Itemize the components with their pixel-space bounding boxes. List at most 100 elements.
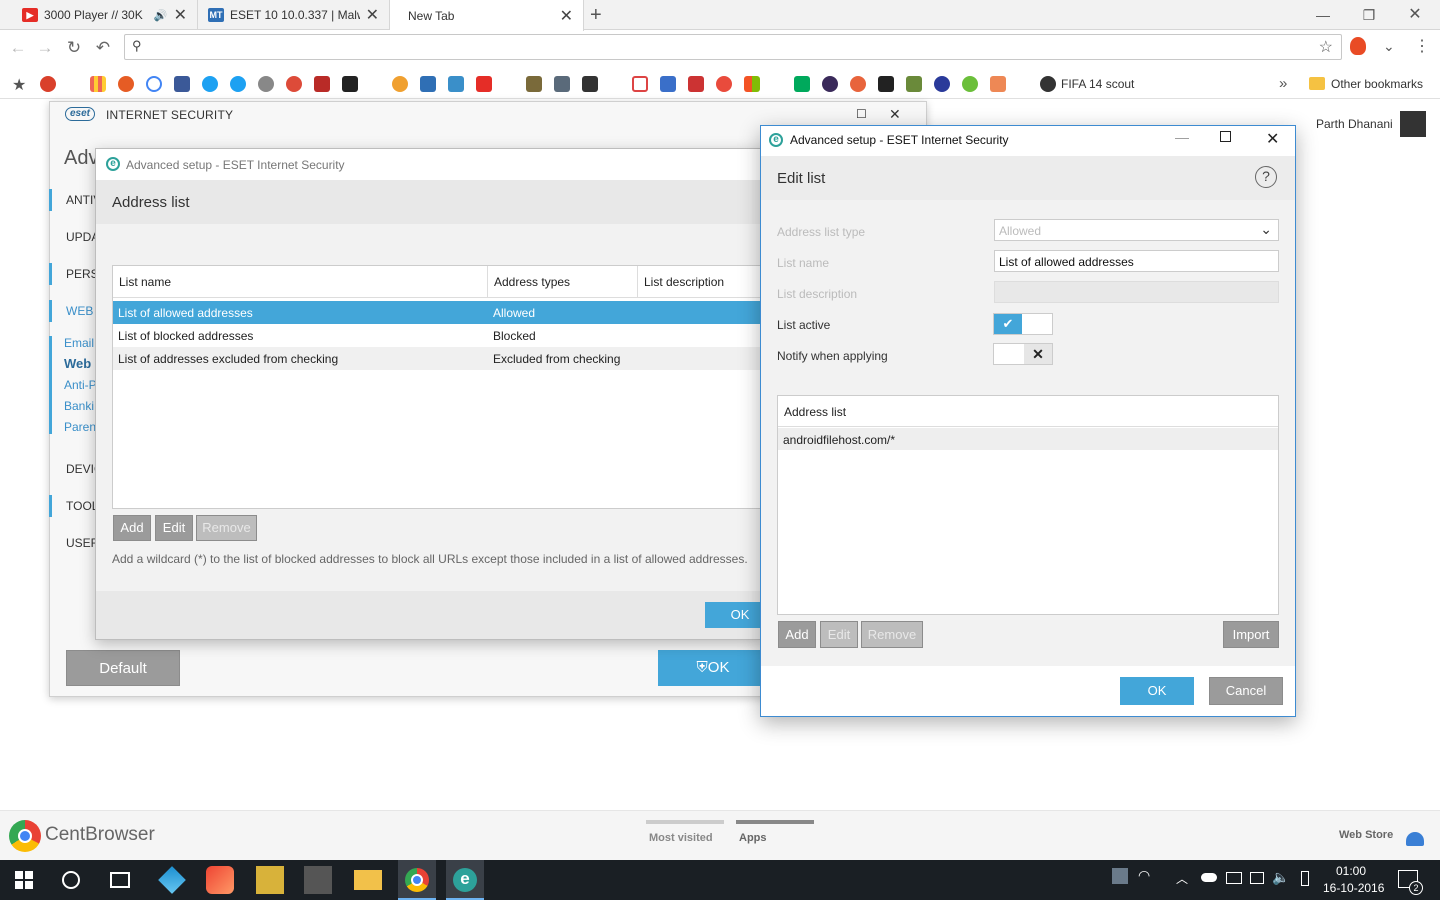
undo-close-icon[interactable]: ↶ <box>91 36 115 60</box>
add-button[interactable]: Add <box>113 515 151 541</box>
edit-button[interactable]: Edit <box>155 515 193 541</box>
ok-button[interactable]: OK <box>1120 677 1194 705</box>
twitter-icon[interactable] <box>202 76 218 92</box>
close-icon[interactable]: ✕ <box>366 5 379 25</box>
mail-icon[interactable] <box>660 76 676 92</box>
bookmark-icon[interactable] <box>850 76 866 92</box>
app-icon[interactable] <box>206 866 234 894</box>
table-row[interactable]: List of addresses excluded from checking… <box>113 347 764 370</box>
google-plus-icon[interactable] <box>286 76 302 92</box>
bookmark-icon[interactable] <box>40 76 56 92</box>
list-active-toggle[interactable]: ✔ <box>993 313 1053 335</box>
webstore-link[interactable]: Web Store <box>1339 829 1393 841</box>
bookmark-icon[interactable] <box>934 76 950 92</box>
sidebar-link-web[interactable]: Web <box>64 356 96 371</box>
table-row[interactable]: List of blocked addresses Blocked <box>113 324 764 347</box>
bookmark-icon[interactable] <box>448 76 464 92</box>
bookmark-fifa[interactable]: FIFA 14 scout <box>1061 77 1134 91</box>
maximize-button[interactable]: ☐ <box>856 107 867 121</box>
add-button[interactable]: Add <box>778 621 816 648</box>
tab-apps[interactable]: Apps <box>739 832 767 844</box>
tray-app-icon[interactable] <box>1112 868 1128 884</box>
bookmark-icon[interactable] <box>392 76 408 92</box>
bookmark-icon[interactable] <box>118 76 134 92</box>
network-icon[interactable] <box>1250 872 1264 884</box>
help-icon[interactable]: ? <box>1255 166 1277 188</box>
remove-button[interactable]: Remove <box>861 621 923 648</box>
bookmark-icon[interactable] <box>962 76 978 92</box>
play-store-icon[interactable] <box>794 76 810 92</box>
avatar[interactable] <box>1400 111 1426 137</box>
bookmark-icon[interactable] <box>554 76 570 92</box>
clock-date[interactable]: 16-10-2016 <box>1323 881 1384 895</box>
main-ok-button[interactable]: ⛨OK <box>658 650 768 686</box>
close-button[interactable]: ✕ <box>1266 129 1279 149</box>
eset-taskbar-button[interactable]: e <box>446 860 484 900</box>
gmail-icon[interactable] <box>632 76 648 92</box>
apps-grid-icon[interactable] <box>90 76 106 92</box>
bookmarks-overflow[interactable]: » <box>1279 75 1287 92</box>
bookmark-icon[interactable] <box>822 76 838 92</box>
sidebar-item-web-email[interactable]: WEB A <box>49 300 99 322</box>
app-icon[interactable] <box>256 866 284 894</box>
football-icon[interactable] <box>1040 76 1056 92</box>
bookmark-icon[interactable] <box>342 76 358 92</box>
sidebar-link-banking[interactable]: Banki <box>64 399 96 413</box>
import-button[interactable]: Import <box>1223 621 1279 648</box>
ok-button[interactable]: OK <box>705 602 764 628</box>
cortana-icon[interactable] <box>62 871 80 889</box>
youtube-icon[interactable] <box>476 76 492 92</box>
cancel-button[interactable]: Cancel <box>1209 677 1283 705</box>
shield-icon[interactable] <box>526 76 542 92</box>
star-icon[interactable]: ☆ <box>1319 37 1333 57</box>
google-icon[interactable] <box>146 76 162 92</box>
battery-icon[interactable] <box>1301 871 1309 886</box>
webstore-icon[interactable] <box>1406 832 1424 846</box>
microsoft-icon[interactable] <box>744 76 760 92</box>
volume-icon[interactable]: 🔈 <box>1272 869 1289 886</box>
display-icon[interactable] <box>1226 872 1242 884</box>
sidebar-item-devices[interactable]: DEVIC <box>49 458 99 480</box>
list-header-label[interactable]: Address list <box>784 405 846 419</box>
sidebar-item-user-interface[interactable]: USER <box>49 532 99 554</box>
remove-button[interactable]: Remove <box>196 515 257 541</box>
twitter-icon[interactable] <box>230 76 246 92</box>
other-bookmarks[interactable]: Other bookmarks <box>1331 77 1423 91</box>
sidebar-item-antivirus[interactable]: ANTIV <box>49 189 99 211</box>
description-input[interactable] <box>994 281 1279 303</box>
task-view-icon[interactable] <box>110 872 130 888</box>
sidebar-link-parental[interactable]: Paren <box>64 420 96 434</box>
tab-new-tab[interactable]: New Tab ✕ <box>390 0 584 31</box>
app-icon[interactable] <box>304 866 332 894</box>
browser-taskbar-button[interactable] <box>398 860 436 900</box>
onedrive-icon[interactable] <box>1201 873 1217 882</box>
mt-icon[interactable] <box>420 76 436 92</box>
quora-icon[interactable] <box>314 76 330 92</box>
bookmark-icon[interactable] <box>878 76 894 92</box>
audio-icon[interactable]: 🔊 <box>154 9 168 22</box>
sidebar-item-update[interactable]: UPDA <box>49 226 99 248</box>
name-input[interactable]: List of allowed addresses <box>994 250 1279 272</box>
close-button[interactable]: ✕ <box>889 106 901 123</box>
user-name[interactable]: Parth Dhanani <box>1316 117 1393 131</box>
tab-eset-article[interactable]: MT ESET 10 10.0.337 | Malw ✕ <box>198 0 390 30</box>
reddit-icon[interactable] <box>258 76 274 92</box>
chevron-down-icon[interactable]: ⌄ <box>1383 38 1395 55</box>
start-icon[interactable] <box>15 871 33 889</box>
close-icon[interactable]: ✕ <box>174 5 187 25</box>
back-icon[interactable]: ← <box>6 36 30 60</box>
star-icon[interactable]: ★ <box>12 75 26 95</box>
wifi-icon[interactable]: ◠ <box>1138 867 1150 884</box>
bookmark-icon[interactable] <box>990 76 1006 92</box>
extension-icon[interactable] <box>1350 37 1366 55</box>
table-row[interactable]: List of allowed addresses Allowed <box>113 301 764 324</box>
sidebar-link-antiphishing[interactable]: Anti-P <box>64 378 96 392</box>
column-header[interactable]: List description <box>644 275 724 289</box>
minimize-button[interactable]: — <box>1175 129 1189 145</box>
clock-time[interactable]: 01:00 <box>1336 864 1366 878</box>
tab-most-visited[interactable]: Most visited <box>649 832 713 844</box>
close-icon[interactable]: ✕ <box>560 6 573 26</box>
new-tab-button[interactable]: + <box>590 4 602 27</box>
column-header[interactable]: Address types <box>494 275 570 289</box>
default-button[interactable]: Default <box>66 650 180 686</box>
